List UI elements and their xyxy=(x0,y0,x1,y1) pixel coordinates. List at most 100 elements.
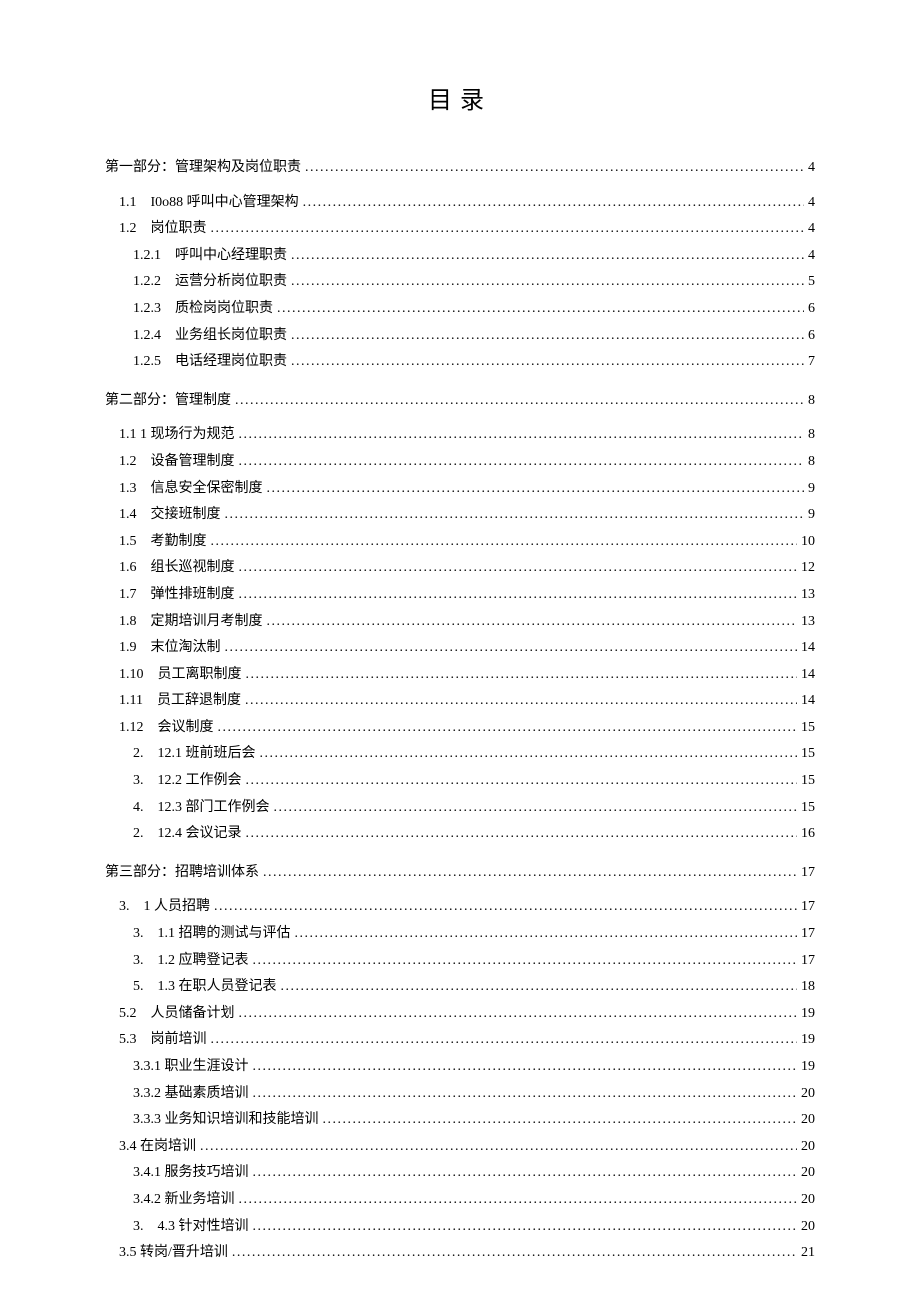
toc-leader-dots xyxy=(214,894,797,921)
toc-page-number: 14 xyxy=(801,662,815,689)
toc-label: 1.2.2 运营分析岗位职责 xyxy=(133,269,287,296)
toc-page-number: 20 xyxy=(801,1214,815,1241)
toc-label: 3. 12.2 工作例会 xyxy=(133,768,242,795)
toc-label: 2. 12.4 会议记录 xyxy=(133,821,242,848)
toc-page-number: 6 xyxy=(808,323,815,350)
toc-entry: 3.4 在岗培训 20 xyxy=(105,1134,815,1161)
toc-page-number: 19 xyxy=(801,1001,815,1028)
toc-leader-dots xyxy=(277,296,804,323)
toc-label: 3.4 在岗培训 xyxy=(119,1134,196,1161)
toc-leader-dots xyxy=(235,388,804,415)
toc-entry: 1.2 岗位职责4 xyxy=(105,216,815,243)
toc-entry: 2. 12.4 会议记录 16 xyxy=(105,821,815,848)
toc-page-number: 17 xyxy=(801,948,815,975)
toc-leader-dots xyxy=(281,974,798,1001)
toc-label: 3.4.2 新业务培训 xyxy=(133,1187,235,1214)
toc-page-number: 14 xyxy=(801,635,815,662)
toc-page-number: 20 xyxy=(801,1187,815,1214)
toc-label: 5.3 岗前培训 xyxy=(119,1027,207,1054)
toc-entry: 1.2.3 质检岗岗位职责6 xyxy=(105,296,815,323)
toc-label: 3. 1.2 应聘登记表 xyxy=(133,948,249,975)
toc-entry: 3.4.2 新业务培训 20 xyxy=(105,1187,815,1214)
toc-leader-dots xyxy=(239,555,798,582)
toc-leader-dots xyxy=(253,1081,798,1108)
toc-leader-dots xyxy=(305,155,804,182)
toc-entry: 1.12 会议制度15 xyxy=(105,715,815,742)
toc-page-number: 4 xyxy=(808,243,815,270)
toc-leader-dots xyxy=(211,529,798,556)
toc-leader-dots xyxy=(291,349,804,376)
toc-label: 1.2 岗位职责 xyxy=(119,216,207,243)
toc-label: 1.2 设备管理制度 xyxy=(119,449,235,476)
toc-leader-dots xyxy=(323,1107,798,1134)
toc-entry: 1.5 考勤制度 10 xyxy=(105,529,815,556)
toc-entry: 1.6 组长巡视制度12 xyxy=(105,555,815,582)
toc-leader-dots xyxy=(267,609,798,636)
toc-page-number: 15 xyxy=(801,795,815,822)
toc-page-number: 20 xyxy=(801,1134,815,1161)
toc-label: 3. 4.3 针对性培训 xyxy=(133,1214,249,1241)
toc-leader-dots xyxy=(239,1187,798,1214)
toc-page-number: 4 xyxy=(808,190,815,217)
toc-entry: 3.3.2 基础素质培训20 xyxy=(105,1081,815,1108)
toc-page-number: 17 xyxy=(801,894,815,921)
toc-label: 第一部分：管理架构及岗位职责 xyxy=(105,155,301,182)
toc-page-number: 14 xyxy=(801,688,815,715)
toc-label: 第三部分：招聘培训体系 xyxy=(105,860,259,887)
toc-leader-dots xyxy=(239,582,798,609)
toc-leader-dots xyxy=(260,741,798,768)
toc-leader-dots xyxy=(263,860,797,887)
toc-page-number: 20 xyxy=(801,1081,815,1108)
toc-entry: 3. 1.1 招聘的测试与评估17 xyxy=(105,921,815,948)
toc-page-number: 15 xyxy=(801,741,815,768)
toc-label: 3.4.1 服务技巧培训 xyxy=(133,1160,249,1187)
toc-entry: 1.2.2 运营分析岗位职责5 xyxy=(105,269,815,296)
toc-page-number: 20 xyxy=(801,1107,815,1134)
toc-page-number: 8 xyxy=(808,449,815,476)
toc-page-number: 19 xyxy=(801,1027,815,1054)
toc-leader-dots xyxy=(239,449,805,476)
toc-label: 1.5 考勤制度 xyxy=(119,529,207,556)
toc-page-number: 21 xyxy=(801,1240,815,1267)
toc-entry: 第一部分：管理架构及岗位职责 4 xyxy=(105,155,815,182)
toc-leader-dots xyxy=(267,476,805,503)
toc-page-number: 7 xyxy=(808,349,815,376)
toc-label: 1.8 定期培训月考制度 xyxy=(119,609,263,636)
toc-leader-dots xyxy=(253,1214,798,1241)
toc-leader-dots xyxy=(245,688,797,715)
toc-entry: 1.10 员工离职制度14 xyxy=(105,662,815,689)
toc-leader-dots xyxy=(225,502,805,529)
toc-entry: 1.4 交接班制度9 xyxy=(105,502,815,529)
toc-label: 1.2.4 业务组长岗位职责 xyxy=(133,323,287,350)
toc-page-number: 16 xyxy=(801,821,815,848)
toc-label: 1.2.1 呼叫中心经理职责 xyxy=(133,243,287,270)
toc-entry: 1.11 员工辞退制度14 xyxy=(105,688,815,715)
toc-page-number: 13 xyxy=(801,609,815,636)
toc-label: 1.2.3 质检岗岗位职责 xyxy=(133,296,273,323)
toc-leader-dots xyxy=(225,635,798,662)
toc-entry: 第三部分：招聘培训体系17 xyxy=(105,860,815,887)
table-of-contents: 第一部分：管理架构及岗位职责41.1 I0o88 呼叫中心管理架构41.2 岗位… xyxy=(105,155,815,1267)
toc-page-number: 4 xyxy=(808,155,815,182)
toc-label: 2. 12.1 班前班后会 xyxy=(133,741,256,768)
toc-leader-dots xyxy=(200,1134,797,1161)
toc-label: 1.12 会议制度 xyxy=(119,715,214,742)
toc-leader-dots xyxy=(239,1001,798,1028)
toc-label: 4. 12.3 部门工作例会 xyxy=(133,795,270,822)
toc-entry: 1.1 I0o88 呼叫中心管理架构4 xyxy=(105,190,815,217)
page-title: 目录 xyxy=(105,80,815,115)
toc-label: 1.7 弹性排班制度 xyxy=(119,582,235,609)
toc-entry: 4. 12.3 部门工作例会 15 xyxy=(105,795,815,822)
toc-label: 3.3.1 职业生涯设计 xyxy=(133,1054,249,1081)
toc-leader-dots xyxy=(295,921,798,948)
toc-entry: 3.3.3 业务知识培训和技能培训20 xyxy=(105,1107,815,1134)
toc-leader-dots xyxy=(291,243,804,270)
toc-page-number: 12 xyxy=(801,555,815,582)
toc-entry: 3.3.1 职业生涯设计19 xyxy=(105,1054,815,1081)
toc-leader-dots xyxy=(274,795,798,822)
toc-page-number: 9 xyxy=(808,476,815,503)
toc-entry: 3.4.1 服务技巧培训20 xyxy=(105,1160,815,1187)
toc-page-number: 10 xyxy=(801,529,815,556)
toc-page-number: 9 xyxy=(808,502,815,529)
toc-leader-dots xyxy=(232,1240,797,1267)
